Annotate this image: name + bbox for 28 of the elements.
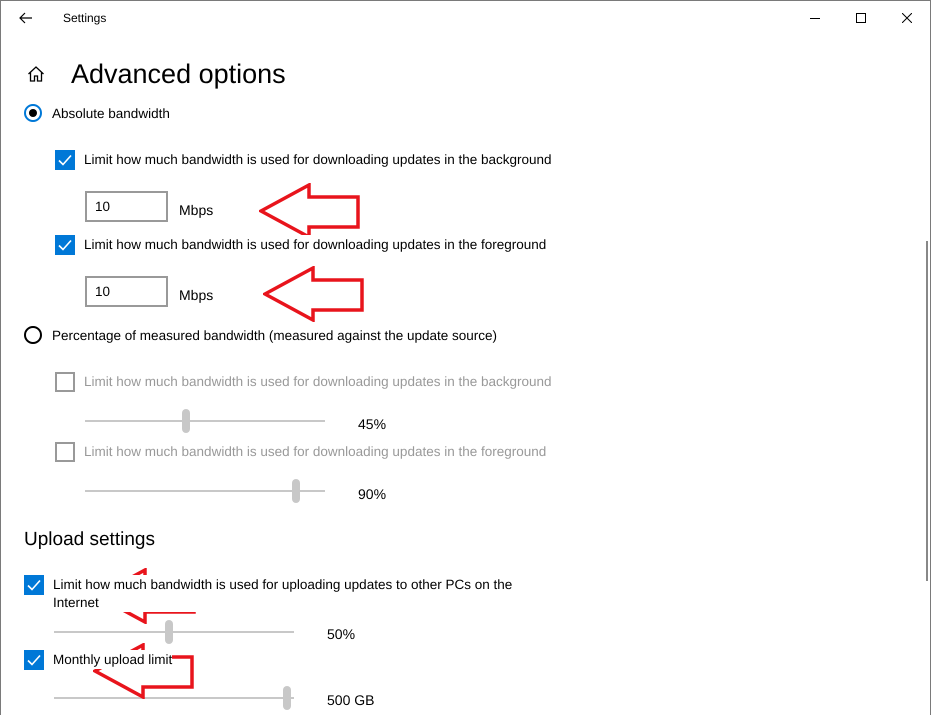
section-heading: Upload settings — [24, 529, 156, 551]
input-field[interactable]: 10 — [85, 276, 168, 307]
slider-value: 50% — [327, 626, 356, 642]
unit-label: Mbps — [179, 202, 214, 218]
unit-label: Mbps — [179, 286, 214, 302]
slider-value: 90% — [358, 486, 386, 502]
scrollbar-thumb[interactable] — [926, 241, 928, 581]
checkbox[interactable] — [55, 150, 75, 170]
radio-label: Percentage of measured bandwidth (measured against the update source) — [52, 328, 498, 342]
checkbox[interactable] — [55, 235, 75, 255]
slider-value: 45% — [358, 416, 386, 432]
slider-value: 500 GB — [327, 692, 374, 708]
slider-thumb[interactable] — [165, 620, 174, 644]
slider-thumb[interactable] — [282, 686, 291, 710]
checkbox-label: Monthly upload limit — [53, 650, 172, 669]
checkbox[interactable] — [24, 650, 44, 670]
checkbox-label: Limit how much bandwidth is used for downloading updates in the foreground — [84, 235, 546, 254]
home-icon[interactable] — [27, 65, 45, 83]
back-icon[interactable] — [19, 12, 33, 24]
input-field[interactable]: 10 — [85, 191, 168, 222]
checkbox[interactable] — [24, 575, 44, 595]
page-title: Advanced options — [71, 58, 286, 90]
radio-button[interactable] — [24, 326, 42, 344]
radio-button[interactable] — [24, 104, 42, 122]
maximize-icon[interactable] — [856, 12, 866, 22]
close-icon[interactable] — [902, 12, 912, 22]
window-title: Settings — [63, 10, 106, 24]
radio-label: Absolute bandwidth — [52, 106, 170, 120]
